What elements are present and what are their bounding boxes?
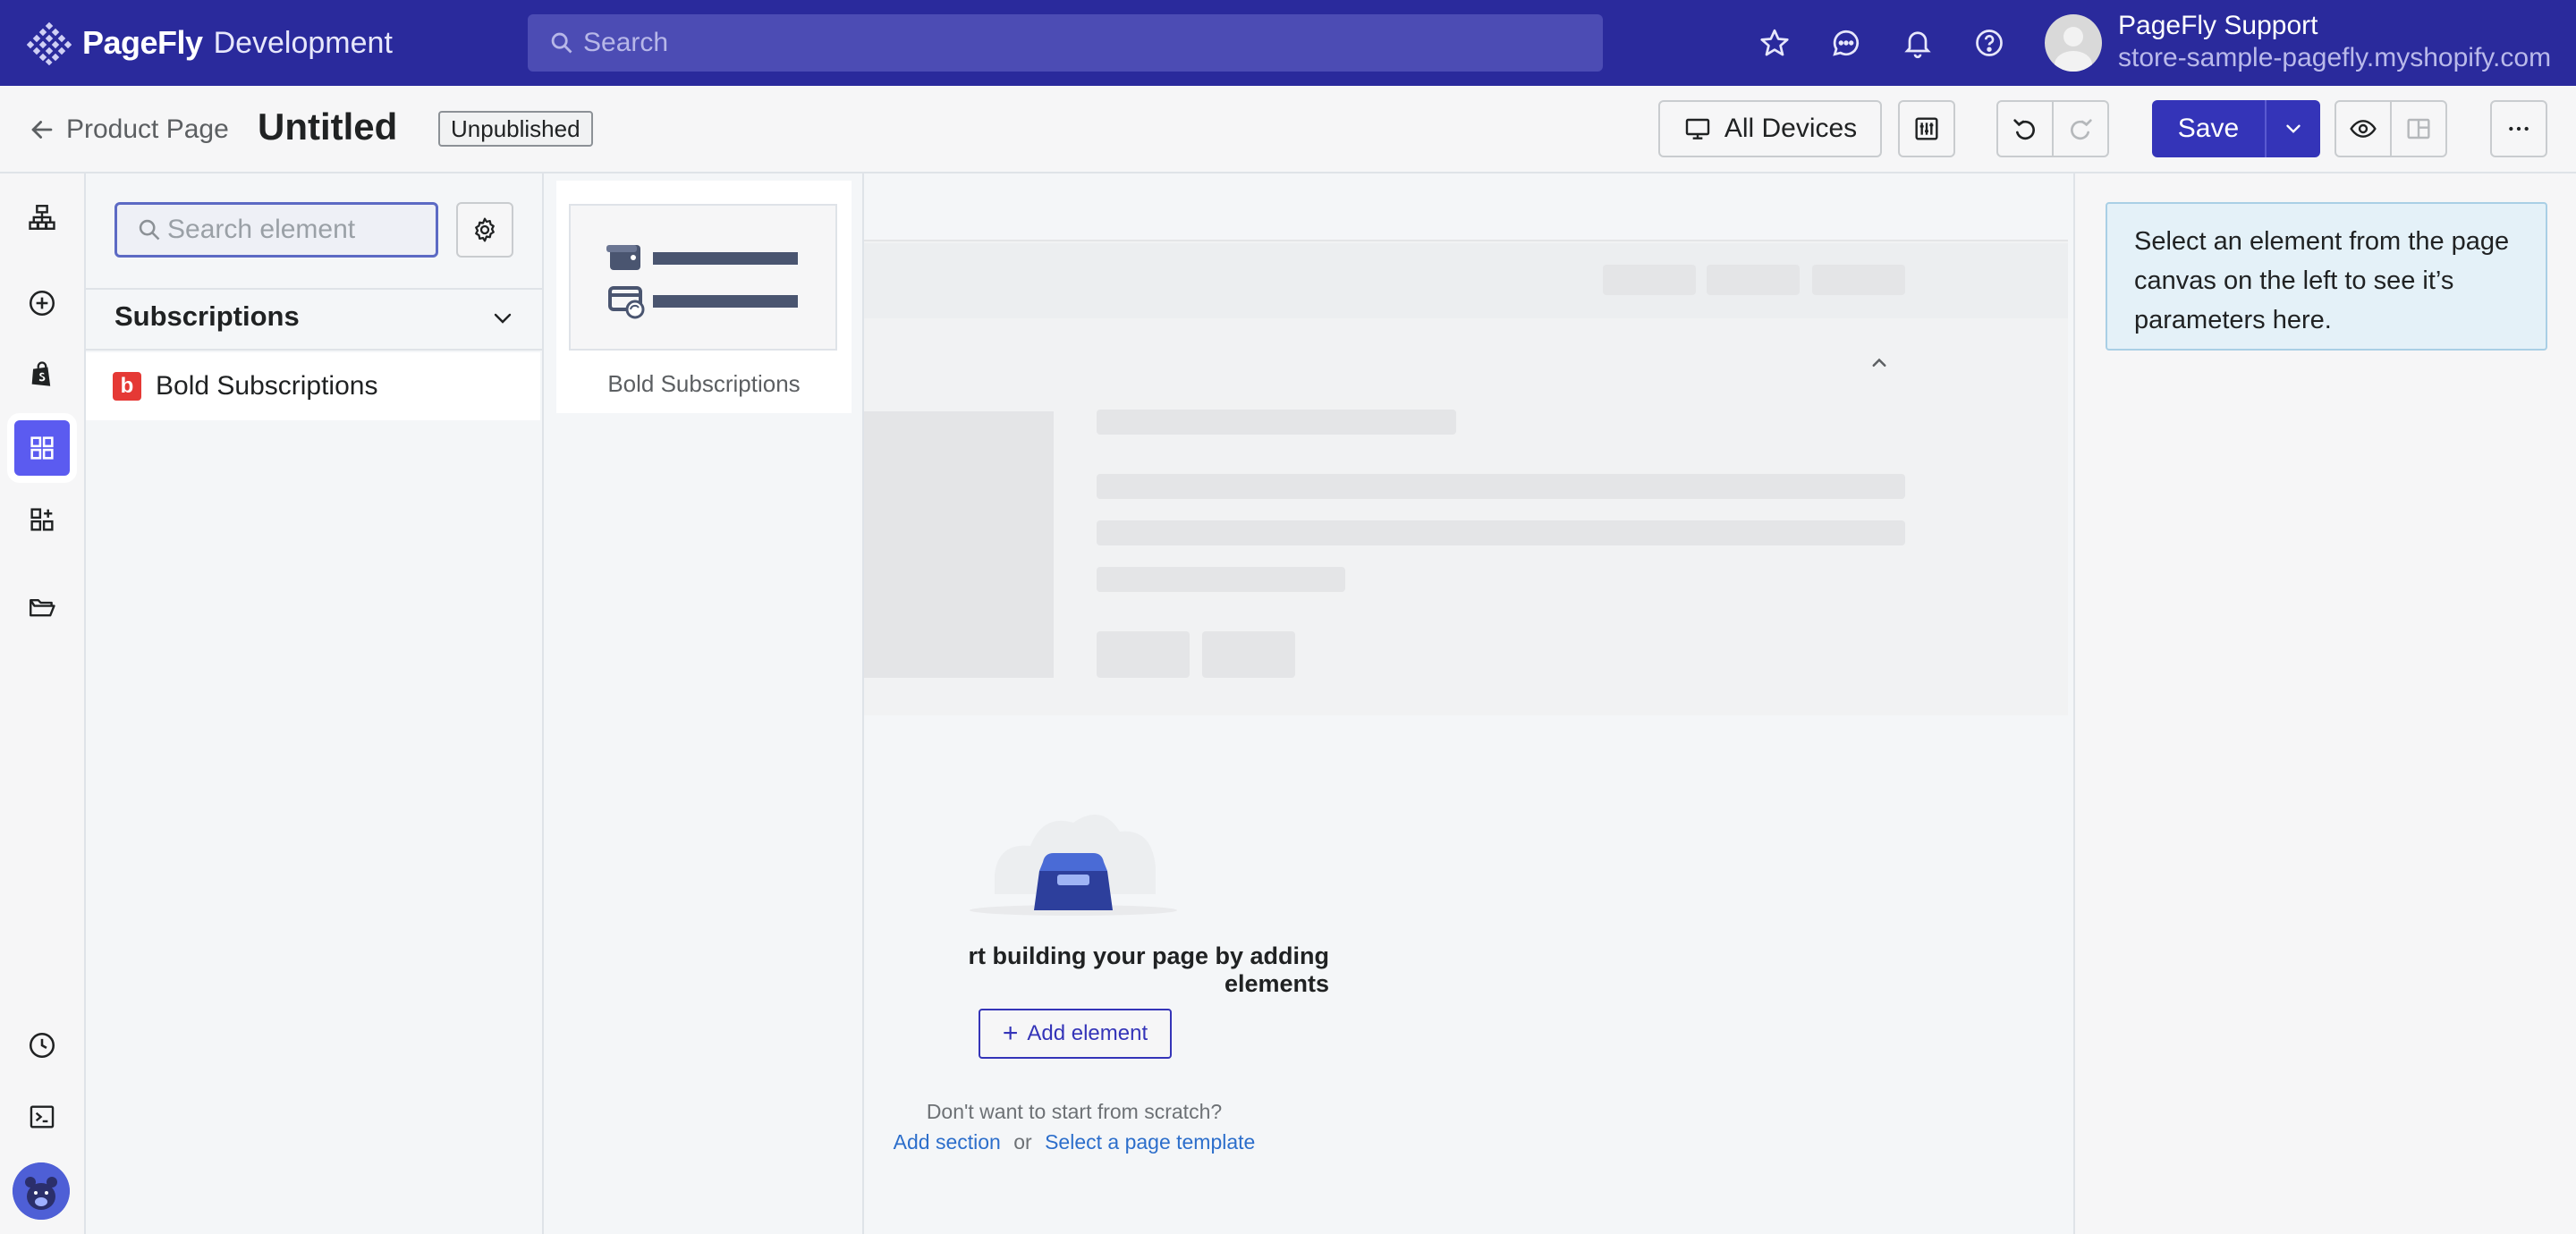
eye-icon (2350, 120, 2377, 138)
rail-pages[interactable] (14, 579, 70, 635)
skeleton-line (1097, 567, 1345, 592)
skeleton-product-image (864, 411, 1054, 678)
add-element-button[interactable]: + Add element (979, 1009, 1172, 1059)
element-panel-settings-button[interactable] (456, 202, 513, 258)
global-search-placeholder: Search (583, 28, 669, 57)
page-title[interactable]: Untitled (258, 106, 397, 148)
empty-state-illustration (970, 815, 1177, 916)
scratch-prompt: Don't want to start from scratch? (926, 1100, 1223, 1123)
empty-state-title: rt building your page by adding elements (968, 942, 1330, 997)
device-selector-label: All Devices (1724, 114, 1858, 143)
star-icon (1760, 29, 1789, 56)
rail-add[interactable] (14, 275, 70, 331)
arrow-left-icon (31, 121, 53, 139)
store-domain[interactable]: store-sample-pagefly.myshopify.com (2118, 43, 2551, 73)
clock-icon (29, 1032, 55, 1059)
plus-circle-icon (29, 290, 55, 317)
global-search-input[interactable]: Search (528, 14, 1603, 72)
left-rail (0, 173, 86, 1234)
shopify-bag-icon (31, 361, 51, 386)
skeleton-nav-item (1812, 265, 1905, 295)
redo-button[interactable] (2052, 100, 2109, 157)
skeleton-nav-item (1603, 265, 1696, 295)
bear-mascot-icon (13, 1162, 70, 1220)
pagefly-logo-icon (27, 21, 72, 65)
page-settings-button[interactable] (1898, 100, 1955, 157)
desktop-icon (1685, 118, 1710, 139)
rail-code[interactable] (14, 1089, 70, 1145)
apps-icon (30, 508, 54, 531)
element-search-field[interactable] (114, 202, 438, 258)
inspector-empty-message: Select an element from the page canvas o… (2106, 202, 2547, 351)
device-selector-button[interactable]: All Devices (1658, 100, 1882, 157)
more-horizontal-icon (2509, 126, 2529, 131)
brand-name: PageFly (82, 24, 203, 61)
save-button[interactable]: Save (2152, 100, 2265, 157)
skeleton-title (1097, 410, 1456, 435)
more-actions-button[interactable] (2490, 100, 2547, 157)
element-preview-thumbnail (569, 204, 837, 351)
chevron-down-icon[interactable] (488, 304, 517, 333)
bold-logo-letter: b (120, 374, 134, 398)
brand[interactable]: PageFly Development (27, 20, 393, 66)
sliders-icon (1915, 117, 1938, 140)
rail-shopify[interactable] (14, 347, 70, 402)
publish-view-button[interactable] (2390, 100, 2447, 157)
rail-history[interactable] (14, 1018, 70, 1073)
back-to-product-page-link[interactable]: Product Page (27, 113, 229, 147)
rail-layers[interactable] (14, 190, 70, 245)
help-button[interactable] (1970, 23, 2009, 63)
brand-environment: Development (213, 25, 393, 60)
undo-icon (2013, 119, 2035, 140)
skeleton-button (1202, 631, 1295, 678)
plus-icon: + (1002, 1018, 1019, 1048)
user-icon (2055, 27, 2092, 72)
subscription-widget-icon (606, 245, 798, 319)
save-options-button[interactable] (2265, 100, 2320, 157)
terminal-icon (30, 1105, 55, 1128)
user-avatar[interactable] (2045, 14, 2102, 72)
redo-icon (2071, 119, 2092, 140)
sitemap-icon (29, 205, 55, 230)
divider (86, 288, 544, 290)
gear-icon (475, 217, 495, 242)
support-avatar[interactable] (13, 1162, 70, 1220)
add-section-link[interactable]: Add section (894, 1130, 1001, 1154)
element-search-input[interactable] (167, 215, 427, 245)
divider (86, 349, 544, 351)
skeleton-line (1097, 474, 1905, 499)
preview-button[interactable] (2334, 100, 2392, 157)
chevron-down-icon (2286, 124, 2301, 133)
chevron-up-icon[interactable] (1866, 349, 1893, 376)
status-badge: Unpublished (438, 111, 593, 147)
skeleton-nav-item (1707, 265, 1800, 295)
notifications-button[interactable] (1898, 23, 1937, 63)
scratch-links: Add section or Select a page template (864, 1130, 1284, 1154)
layout-icon (2407, 118, 2430, 139)
search-icon (551, 32, 572, 54)
category-title[interactable]: Subscriptions (114, 300, 300, 333)
grid-icon (30, 436, 54, 460)
skeleton-button (1097, 631, 1190, 678)
select-template-link[interactable]: Select a page template (1045, 1130, 1255, 1154)
undo-button[interactable] (1996, 100, 2054, 157)
back-link-label: Product Page (66, 114, 229, 144)
chat-button[interactable] (1826, 23, 1866, 63)
add-element-label: Add element (1027, 1021, 1148, 1045)
help-icon (1976, 30, 2003, 56)
chat-icon (1833, 30, 1860, 56)
rail-integrations[interactable] (14, 492, 70, 547)
user-name[interactable]: PageFly Support (2118, 11, 2318, 41)
element-preview-label: Bold Subscriptions (607, 370, 801, 397)
element-item-bold-subscriptions[interactable]: b Bold Subscriptions (86, 352, 540, 420)
bold-logo-icon: b (113, 372, 141, 401)
bell-icon (1904, 31, 1931, 59)
favorite-button[interactable] (1755, 23, 1794, 63)
folder-open-icon (30, 599, 55, 617)
element-item-label: Bold Subscriptions (156, 371, 378, 401)
or-label: or (1013, 1130, 1032, 1154)
rail-elements[interactable] (14, 420, 70, 476)
skeleton-line (1097, 520, 1905, 545)
search-icon (139, 219, 160, 241)
